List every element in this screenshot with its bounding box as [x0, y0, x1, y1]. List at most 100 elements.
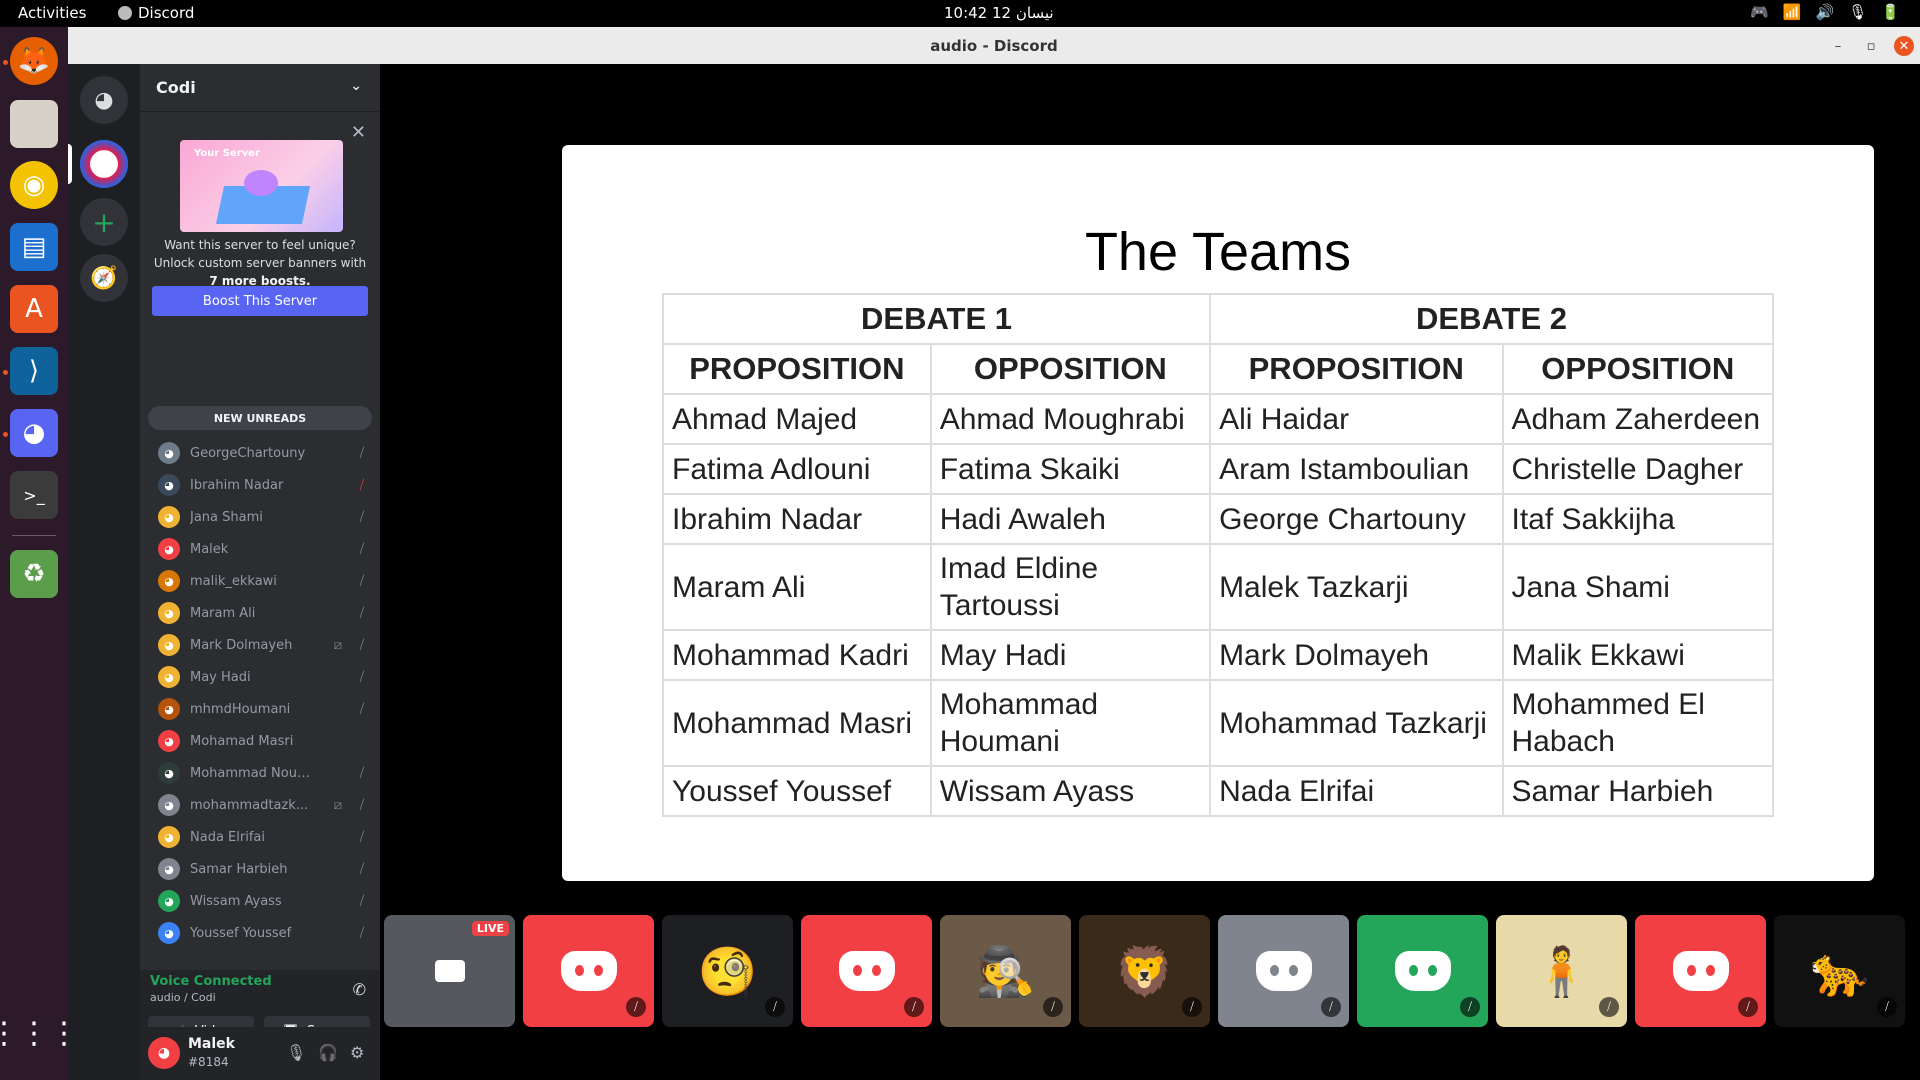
minimize-button[interactable]: – — [1828, 36, 1848, 56]
participant-tile[interactable]: ⧸ — [523, 915, 654, 1027]
mic-muted-icon: ⧸ — [1877, 997, 1897, 1017]
disconnect-icon[interactable]: ✆ — [353, 980, 366, 999]
show-apps-icon[interactable]: ⋮⋮⋮ — [0, 1009, 79, 1057]
user-tag: #8184 — [188, 1055, 229, 1069]
clock[interactable]: 10:42 12 نيسان — [944, 4, 1054, 22]
new-unreads-bar[interactable]: NEW UNREADS — [148, 406, 372, 430]
participant-tile[interactable]: 🦁 ⧸ — [1079, 915, 1210, 1027]
add-server-button[interactable]: + — [80, 198, 128, 246]
participant-tile[interactable]: LIVE — [384, 915, 515, 1027]
participant-tile[interactable]: ⧸ — [1218, 915, 1349, 1027]
table-cell: Samar Harbieh — [1501, 765, 1775, 817]
list-item[interactable]: ◕ Maram Ali ⧸ — [148, 598, 372, 628]
terminal-icon[interactable]: >_ — [10, 471, 58, 519]
home-button[interactable]: ◕ — [80, 76, 128, 124]
list-item[interactable]: ◕ May Hadi ⧸ — [148, 662, 372, 692]
list-item[interactable]: ◕ Wissam Ayass ⧸ — [148, 886, 372, 916]
mic-muted-icon: ⧸ — [359, 765, 364, 781]
table-cell: Fatima Skaiki — [929, 443, 1212, 495]
discord-logo-icon — [1394, 951, 1451, 991]
participant-tile[interactable]: ⧸ — [801, 915, 932, 1027]
voice-connected-status[interactable]: Voice Connected — [150, 974, 272, 989]
game-controller-icon: 🎮 — [1750, 3, 1769, 21]
app-menu[interactable]: Discord — [118, 4, 194, 22]
list-item[interactable]: ◕ Ibrahim Nadar ⧸ — [148, 470, 372, 500]
boost-text: Want this server to feel unique? Unlock … — [150, 236, 370, 290]
boost-server-button[interactable]: Boost This Server — [152, 286, 368, 316]
table-row: Ahmad Majed Ahmad Moughrabi Ali Haidar Adha… — [662, 393, 1775, 445]
table-cell: Ahmad Moughrabi — [929, 393, 1212, 445]
member-name: mohammadtazk... — [190, 797, 309, 813]
avatar[interactable]: ◕ — [148, 1037, 180, 1069]
list-item[interactable]: ◕ Mohammad Nour K... ⧸ — [148, 758, 372, 788]
mic-muted-icon: ⧸ — [359, 477, 364, 493]
list-item[interactable]: ◕ mohammadtazk... ⧄ ⧸ — [148, 790, 372, 820]
explore-servers-icon[interactable]: 🧭 — [80, 254, 128, 302]
list-item[interactable]: ◕ Nada Elrifai ⧸ — [148, 822, 372, 852]
system-tray[interactable]: 🎮 📶 🔊 🎙 🔋 — [1750, 3, 1900, 21]
running-indicator — [3, 370, 8, 375]
list-item[interactable]: ◕ mhmdHoumani ⧸ — [148, 694, 372, 724]
shared-screen-slide[interactable]: The Teams DEBATE 1 DEBATE 2 PROPOSITION … — [562, 145, 1874, 881]
video-off-icon: ⧄ — [333, 637, 342, 653]
banner-label: Your Server — [194, 148, 260, 159]
discord-dock-icon[interactable]: ◕ — [10, 409, 58, 457]
avatar: ◕ — [158, 602, 180, 624]
avatar: 🦁 — [1114, 943, 1175, 1000]
vscode-icon[interactable]: ⟩ — [10, 347, 58, 395]
teams-table-body: Ahmad Majed Ahmad Moughrabi Ali Haidar Adha… — [662, 393, 1775, 817]
discord-icon — [118, 6, 132, 20]
participant-tile[interactable]: 🧐 ⧸ — [662, 915, 793, 1027]
list-item[interactable]: ◕ Malek ⧸ — [148, 534, 372, 564]
mute-icon[interactable]: 🎙 — [286, 1043, 306, 1062]
maximize-button[interactable]: ▫ — [1861, 36, 1881, 56]
battery-icon: 🔋 — [1881, 3, 1900, 21]
list-item[interactable]: ◕ GeorgeChartouny ⧸ — [148, 438, 372, 468]
discord-logo-icon — [1672, 951, 1729, 991]
list-item[interactable]: ◕ Samar Harbieh ⧸ — [148, 854, 372, 884]
mic-muted-icon: ⧸ — [626, 997, 646, 1017]
voice-channel-path[interactable]: audio / Codi — [150, 991, 216, 1004]
window-title: audio - Discord — [930, 36, 1058, 55]
window-titlebar[interactable]: audio - Discord – ▫ ✕ — [68, 27, 1920, 64]
headphones-icon[interactable]: 🎧 — [318, 1043, 338, 1062]
column-header: PROPOSITION — [1209, 343, 1504, 395]
participant-tile[interactable]: ⧸ — [1635, 915, 1766, 1027]
writer-icon[interactable]: ▤ — [10, 223, 58, 271]
list-item[interactable]: ◕ Youssef Youssef ⧸ — [148, 918, 372, 948]
running-indicator — [3, 60, 8, 65]
participant-tile[interactable]: 🧍 ⧸ — [1496, 915, 1627, 1027]
firefox-icon[interactable]: 🦊 — [10, 37, 58, 85]
close-button[interactable]: ✕ — [1894, 36, 1914, 56]
column-header: OPPOSITION — [929, 343, 1212, 395]
participant-tile[interactable]: 🕵 ⧸ — [940, 915, 1071, 1027]
gear-icon[interactable]: ⚙ — [350, 1043, 364, 1062]
files-icon[interactable] — [10, 100, 58, 148]
member-name: Mark Dolmayeh — [190, 637, 293, 653]
table-cell: Maram Ali — [662, 543, 932, 631]
teams-table: DEBATE 1 DEBATE 2 PROPOSITION OPPOSITION… — [661, 293, 1775, 817]
table-cell: Malek Tazkarji — [1209, 543, 1504, 631]
app-center-icon[interactable]: A — [10, 285, 58, 333]
avatar: 🧐 — [697, 943, 758, 1000]
avatar: ◕ — [158, 858, 180, 880]
avatar: ◕ — [158, 538, 180, 560]
server-codi-icon[interactable] — [80, 140, 128, 188]
list-item[interactable]: ◕ malik_ekkawi ⧸ — [148, 566, 372, 596]
activities-button[interactable]: Activities — [18, 4, 86, 22]
rhythmbox-icon[interactable]: ◉ — [10, 161, 58, 209]
trash-icon[interactable]: ♻ — [10, 550, 58, 598]
participant-tile[interactable]: 🐆 ⧸ — [1774, 915, 1905, 1027]
list-item[interactable]: ◕ Mohamad Masri — [148, 726, 372, 756]
member-name: GeorgeChartouny — [190, 445, 306, 461]
table-row: Fatima Adlouni Fatima Skaiki Aram Istambou… — [662, 443, 1775, 495]
dock: 🦊 ◉ ▤ A ⟩ ◕ >_ ♻ ⋮⋮⋮ — [0, 27, 79, 1080]
avatar: ◕ — [158, 570, 180, 592]
member-name: Mohamad Masri — [190, 733, 294, 749]
server-header[interactable]: Codi ⌄ — [140, 64, 380, 112]
list-item[interactable]: ◕ Jana Shami ⧸ — [148, 502, 372, 532]
table-cell: Christelle Dagher — [1501, 443, 1775, 495]
participant-tile[interactable]: ⧸ — [1357, 915, 1488, 1027]
close-icon[interactable]: ✕ — [351, 122, 366, 143]
list-item[interactable]: ◕ Mark Dolmayeh ⧄ ⧸ — [148, 630, 372, 660]
